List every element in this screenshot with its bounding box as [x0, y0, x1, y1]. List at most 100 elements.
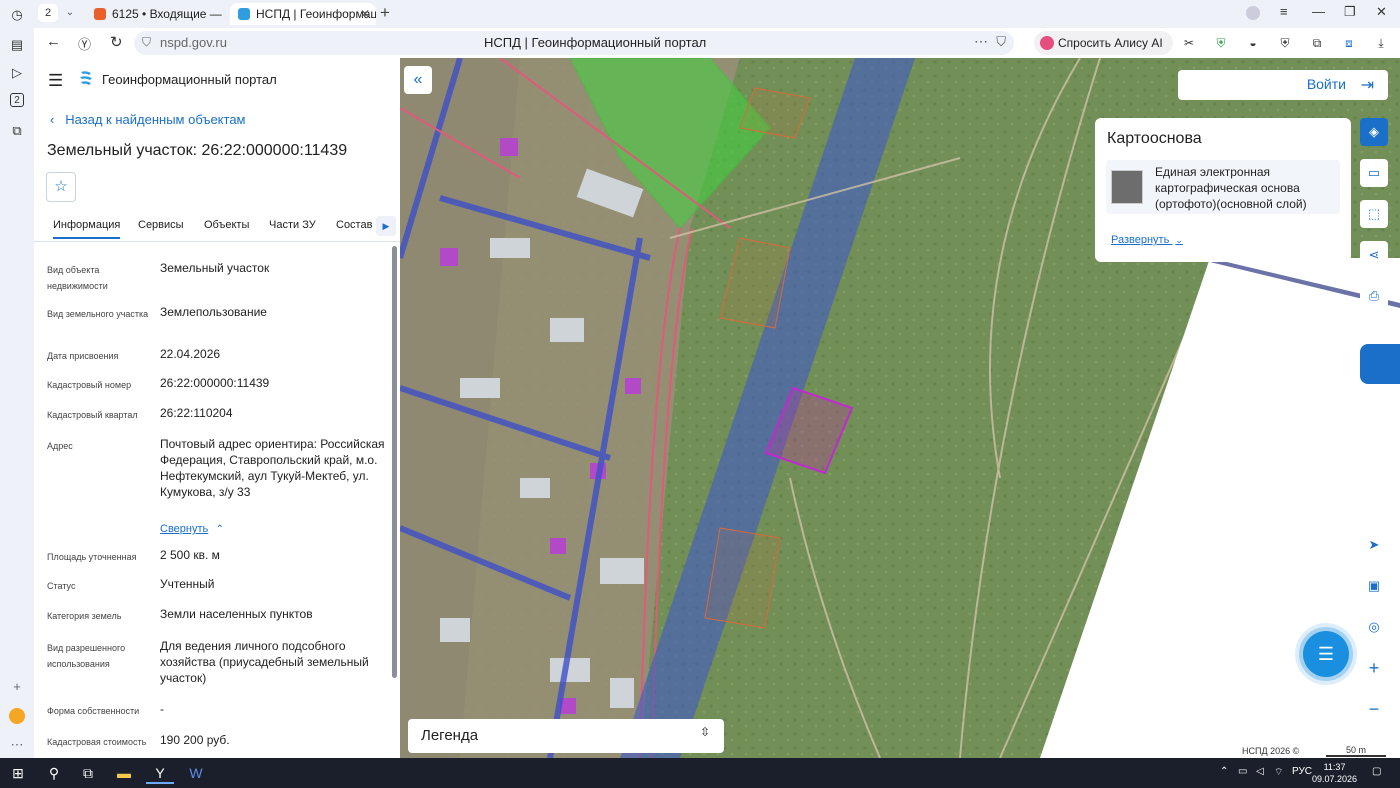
zoom-out-icon[interactable]: −	[1360, 695, 1388, 723]
yandex-browser-icon[interactable]: Y	[146, 762, 174, 784]
tab-parts[interactable]: Части ЗУ	[269, 219, 316, 231]
browser-window: ◷ ▤ ▷ 2 ⧉ + ⋯ 2 ⌄ 6125 • Входящие — Янде…	[0, 0, 1400, 788]
new-tab-icon[interactable]: +	[380, 3, 390, 23]
download-icon[interactable]: ⤓	[1372, 34, 1390, 52]
alice-label: Спросить Алису AI	[1058, 36, 1163, 50]
page-title: Земельный участок: 26:22:000000:11439	[47, 142, 348, 159]
select-area-icon[interactable]: ⬚	[1360, 200, 1388, 228]
puzzle-icon[interactable]: ⧉	[1308, 34, 1326, 52]
map-scale: 50 m	[1326, 745, 1386, 757]
tab-label: НСПД | Геоинформацио	[256, 7, 376, 21]
tab-nspd[interactable]: НСПД | Геоинформацио ✕	[230, 3, 376, 25]
tab-info[interactable]: Информация	[53, 219, 121, 239]
more-dots-icon[interactable]: ⋯	[974, 33, 988, 50]
explorer-icon[interactable]: ▬	[110, 762, 138, 784]
search-icon[interactable]: ⚲	[40, 762, 68, 784]
favorite-star-icon[interactable]: ☆	[46, 172, 76, 202]
nspd-favicon-icon	[238, 8, 250, 20]
url-text: nspd.gov.ru	[160, 35, 227, 50]
collapse-link[interactable]: Свернуть ⌃	[160, 520, 385, 538]
language-indicator[interactable]: РУС	[1292, 766, 1312, 777]
hamburger-icon[interactable]: ☰	[48, 71, 63, 91]
address-row: ← Ⓨ ↻ ⛉ nspd.gov.ru НСПД | Геоинформацио…	[34, 28, 1400, 58]
chevron-right-icon[interactable]: ▶	[376, 216, 396, 236]
chevron-down-icon: ⌄	[1175, 235, 1183, 245]
screen-icon[interactable]: ⧉	[8, 122, 26, 140]
adblock-icon[interactable]: ⛨	[1276, 34, 1294, 52]
translate-icon[interactable]: ⧈	[1340, 34, 1358, 52]
navigation-icon[interactable]: ➤	[1360, 531, 1388, 559]
scrollbar[interactable]	[392, 246, 397, 678]
tab-composition[interactable]: Состав	[336, 219, 372, 231]
basemap-layer[interactable]: Единая электронная картографическая осно…	[1106, 160, 1340, 214]
history-icon[interactable]: ◷	[8, 6, 26, 24]
window-close-icon[interactable]: ✕	[1376, 4, 1387, 20]
chevron-up-icon: ⌃	[215, 524, 224, 535]
back-label: Назад к найденным объектам	[65, 112, 246, 127]
minimize-icon[interactable]: —	[1312, 4, 1325, 19]
back-arrow-icon[interactable]: ←	[46, 33, 61, 50]
tab-bar: 2 ⌄ 6125 • Входящие — Яндек НСПД | Геоин…	[34, 0, 1400, 28]
layer-thumbnail	[1111, 170, 1143, 204]
portal-logo-icon	[80, 71, 92, 85]
alice-icon	[1040, 36, 1054, 50]
add-icon[interactable]: +	[8, 678, 26, 696]
tab-counter[interactable]: 2	[38, 4, 58, 22]
collections-icon[interactable]: ▤	[8, 36, 26, 54]
zoom-in-icon[interactable]: +	[1360, 654, 1388, 682]
tray-chevron-icon[interactable]: ⌃	[1220, 766, 1228, 777]
tab-mail[interactable]: 6125 • Входящие — Яндек	[86, 3, 226, 25]
menu-icon[interactable]: ≡	[1280, 4, 1288, 19]
map-view[interactable]: « Войти ⇥ Картооснова Единая электронная…	[400, 58, 1400, 758]
collapse-panel-button[interactable]: «	[404, 66, 432, 94]
notifications-icon[interactable]: ▢	[1372, 766, 1381, 777]
tab-services[interactable]: Сервисы	[138, 219, 184, 231]
expand-link[interactable]: Развернуть ⌄	[1111, 234, 1183, 246]
login-button[interactable]: Войти ⇥	[1178, 70, 1388, 100]
tab-objects[interactable]: Объекты	[204, 219, 249, 231]
layers-icon[interactable]: ◈	[1360, 118, 1388, 146]
expand-icon: ⇳	[699, 725, 710, 739]
protect-icon[interactable]: ⛨	[1212, 34, 1230, 52]
profile-icon[interactable]	[1246, 6, 1260, 20]
browser-sidebar: ◷ ▤ ▷ 2 ⧉ + ⋯	[0, 0, 34, 758]
alice-icon[interactable]	[9, 708, 25, 724]
ask-alice-button[interactable]: Спросить Алису AI	[1034, 31, 1173, 55]
info-panel: ☰ Геоинформационный портал ‹ Назад к най…	[34, 58, 400, 758]
login-icon: ⇥	[1360, 77, 1374, 94]
tab-label: 6125 • Входящие — Яндек	[112, 7, 226, 21]
legend-panel[interactable]: Легенда ⇳	[408, 719, 724, 753]
play-icon[interactable]: ▷	[8, 64, 26, 82]
restore-icon[interactable]: ❐	[1344, 4, 1356, 20]
extension-icon[interactable]: ✂	[1180, 34, 1198, 52]
bookmark-icon[interactable]: ⛉	[996, 34, 1006, 50]
chevron-down-icon[interactable]: ⌄	[60, 4, 80, 22]
map-copyright: НСПД 2026 ©	[1238, 745, 1304, 757]
back-link[interactable]: ‹ Назад к найденным объектам	[50, 112, 246, 127]
close-icon[interactable]: ✕	[360, 3, 370, 25]
clock[interactable]: 11:37 09.07.2026	[1312, 761, 1357, 785]
mask-icon[interactable]: ◒	[1244, 34, 1262, 52]
chat-icon[interactable]: ☰	[1303, 631, 1349, 677]
reload-icon[interactable]: ↻	[110, 33, 123, 51]
share-icon[interactable]: ⋖	[1360, 241, 1388, 269]
tabs-count-icon[interactable]: 2	[10, 93, 24, 107]
windows-start-icon[interactable]: ⊞	[4, 762, 32, 784]
minimap-icon[interactable]: ▣	[1360, 572, 1388, 600]
basemap-card: Картооснова Единая электронная картограф…	[1095, 118, 1351, 262]
portal-name[interactable]: Геоинформационный портал	[102, 72, 277, 87]
assistant-icon[interactable]	[1360, 344, 1400, 384]
task-view-icon[interactable]: ⧉	[74, 762, 102, 784]
more-icon[interactable]: ⋯	[8, 736, 26, 754]
address-bar[interactable]: ⛉ nspd.gov.ru НСПД | Геоинформационный п…	[134, 31, 1014, 55]
location-icon[interactable]: ◎	[1360, 613, 1388, 641]
yandex-icon[interactable]: Ⓨ	[78, 34, 91, 53]
print-icon[interactable]: ⎙	[1360, 282, 1388, 310]
ruler-icon[interactable]: ▭	[1360, 159, 1388, 187]
shield-icon[interactable]: ⛉	[142, 35, 151, 50]
battery-icon[interactable]: ▭	[1238, 766, 1247, 777]
network-icon[interactable]: ⌔	[1274, 766, 1283, 779]
word-icon[interactable]: W	[182, 762, 210, 784]
chevron-left-icon: ‹	[50, 112, 55, 127]
volume-icon[interactable]: ◁	[1256, 766, 1264, 777]
